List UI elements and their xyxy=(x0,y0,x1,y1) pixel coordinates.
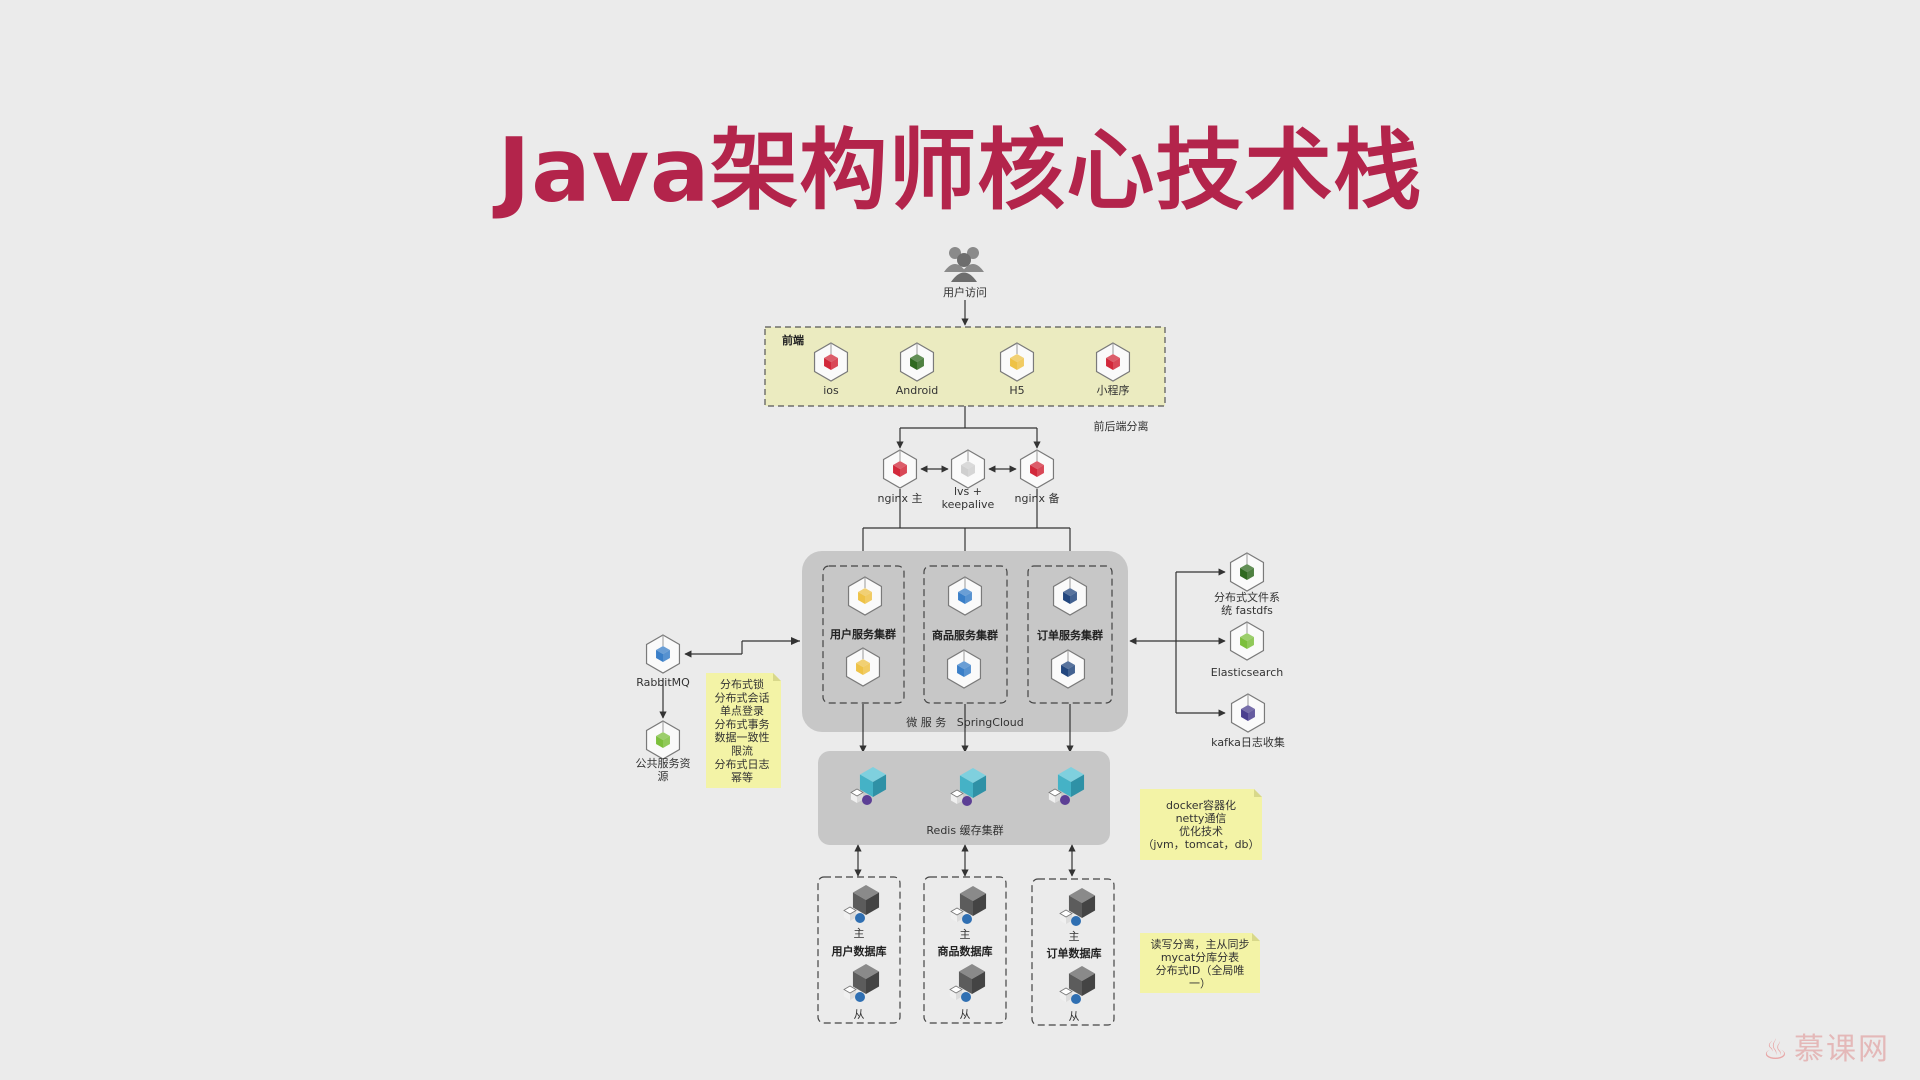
database-slave-icon xyxy=(1059,966,1096,1004)
order-db-slave-label: 从 xyxy=(1069,1010,1080,1023)
database-slave-icon xyxy=(843,964,880,1002)
note-line: 一） xyxy=(1189,977,1211,990)
separation-note: 前后端分离 xyxy=(1094,419,1149,433)
client-mini-program-label: 小程序 xyxy=(1097,383,1130,397)
note-line: 限流 xyxy=(731,744,753,758)
database-master-icon xyxy=(1059,888,1096,926)
user-db-master-label: 主 xyxy=(854,927,865,940)
order-db-master-label: 主 xyxy=(1069,930,1080,943)
watermark-text: 慕课网 xyxy=(1794,1032,1890,1067)
user-service-cluster-label: 用户服务集群 xyxy=(830,627,896,641)
public-resources-label-line1: 公共服务资 xyxy=(636,757,691,770)
users-icon xyxy=(944,247,984,282)
rabbitmq-label: RabbitMQ xyxy=(636,676,690,689)
database-master-icon xyxy=(843,885,880,923)
note-line: 分布式会话 xyxy=(715,691,770,704)
note-line: netty通信 xyxy=(1176,812,1227,825)
lvs-label-line2: keepalive xyxy=(942,498,995,511)
client-h5-label: H5 xyxy=(1009,384,1024,397)
client-ios-label: ios xyxy=(823,384,839,397)
fastdfs-label-line1: 分布式文件系 xyxy=(1214,590,1280,604)
architecture-diagram: 用户访问 前端 ios Android H5 小程序 前后端分离 nginx 主… xyxy=(636,247,1285,1026)
kafka-cube-icon xyxy=(1230,693,1266,733)
note-line: 读写分离，主从同步 xyxy=(1151,937,1250,951)
lvs-label-line1: lvs + xyxy=(954,485,982,498)
kafka-label: kafka日志收集 xyxy=(1211,735,1285,749)
note-line: 幂等 xyxy=(731,770,753,784)
order-service-cluster-label: 订单服务集群 xyxy=(1037,628,1103,642)
nginx-master-cube-icon xyxy=(882,449,918,489)
public-resources-cube-icon xyxy=(645,720,681,760)
note-line: 优化技术 xyxy=(1179,824,1223,838)
fastdfs-label-line2: 统 fastdfs xyxy=(1221,604,1273,617)
note-line: 分布式事务 xyxy=(715,718,770,731)
client-android-label: Android xyxy=(896,384,939,397)
product-service-cluster-label: 商品服务集群 xyxy=(932,628,998,642)
order-database-label: 订单数据库 xyxy=(1047,946,1102,960)
note-line: 分布式ID（全局唯 xyxy=(1156,963,1245,977)
redis-caption: Redis 缓存集群 xyxy=(926,823,1003,837)
distributed-note-text: 分布式锁分布式会话单点登录分布式事务数据一致性限流分布式日志幂等 xyxy=(715,677,770,784)
database-slave-icon xyxy=(949,964,986,1002)
database-master-icon xyxy=(950,886,987,924)
elasticsearch-label: Elasticsearch xyxy=(1211,666,1283,679)
note-line: 数据一致性 xyxy=(715,730,770,744)
note-line: 单点登录 xyxy=(720,704,764,718)
fastdfs-cube-icon xyxy=(1229,552,1265,592)
product-db-master-label: 主 xyxy=(960,928,971,941)
watermark-logo: ♨ 慕课网 xyxy=(1763,1024,1890,1068)
note-line: 分布式日志 xyxy=(715,758,770,771)
note-line: docker容器化 xyxy=(1166,798,1236,812)
product-db-slave-label: 从 xyxy=(960,1008,971,1021)
note-line: mycat分库分表 xyxy=(1161,950,1239,964)
elasticsearch-cube-icon xyxy=(1229,621,1265,661)
lvs-cube-icon xyxy=(950,449,986,489)
product-database-label: 商品数据库 xyxy=(938,944,993,958)
frontend-label: 前端 xyxy=(782,333,804,347)
note-line: 分布式锁 xyxy=(720,677,764,691)
note-line: （jvm，tomcat，db） xyxy=(1142,838,1259,851)
nginx-backup-cube-icon xyxy=(1019,449,1055,489)
user-database-label: 用户数据库 xyxy=(832,944,887,958)
flame-icon: ♨ xyxy=(1762,1033,1790,1066)
rabbitmq-cube-icon xyxy=(645,634,681,674)
public-resources-label-line2: 源 xyxy=(658,769,669,783)
user-db-slave-label: 从 xyxy=(854,1008,865,1021)
user-access-label: 用户访问 xyxy=(943,285,987,299)
